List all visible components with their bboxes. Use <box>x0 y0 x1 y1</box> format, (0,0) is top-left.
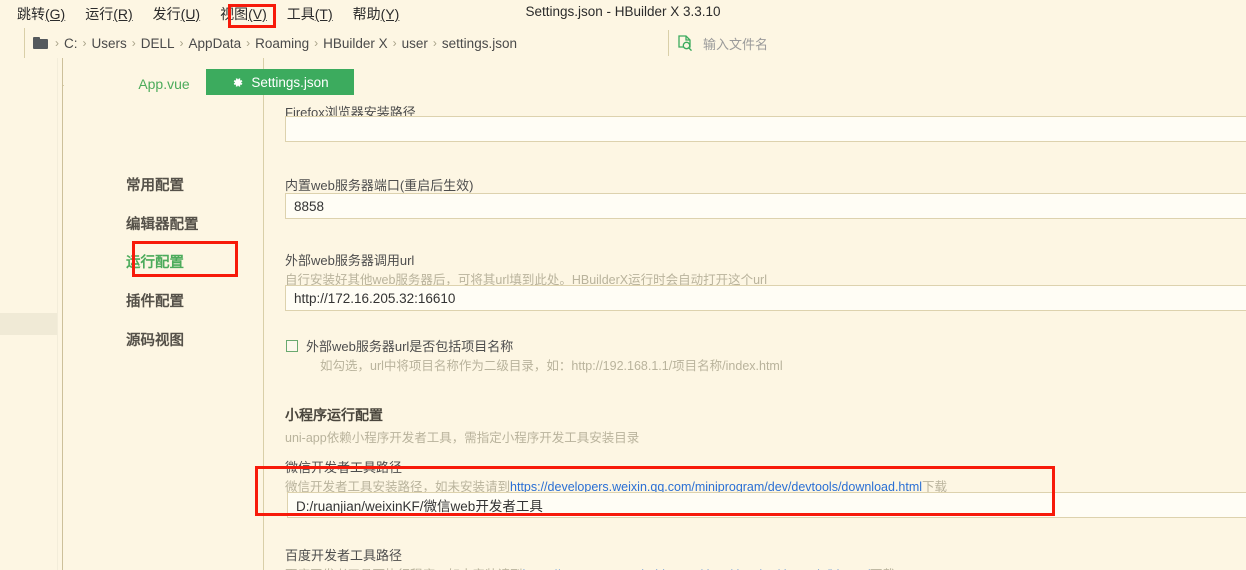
sidebar-item-run-settings[interactable]: 运行配置 <box>126 248 256 274</box>
external-url-input[interactable]: http://172.16.205.32:16610 <box>285 285 1246 311</box>
external-url-label: 外部web服务器调用url <box>285 253 415 268</box>
sidebar-item-common-settings[interactable]: 常用配置 <box>126 171 256 197</box>
firefox-path-input[interactable] <box>285 116 1246 142</box>
settings-nav-panel: App.vue 常用配置 编辑器配置 运行配置 插件配置 源码视图 <box>64 58 264 570</box>
back-arrow-icon[interactable]: ) <box>0 33 1 49</box>
builtin-port-input[interactable]: 8858 <box>285 193 1246 219</box>
tab-settings-json-label: Settings.json <box>251 74 329 90</box>
wechat-devtools-path-input[interactable]: D:/ruanjian/weixinKF/微信web开发者工具 <box>287 492 1246 518</box>
settings-content-panel: Firefox浏览器安装路径 内置web服务器端口(重启后生效) 8858 外部… <box>265 58 1246 570</box>
sidebar-item-plugin-settings[interactable]: 插件配置 <box>126 287 256 313</box>
include-project-name-desc: 如勾选，url中将项目名称作为二级目录，如：http://192.168.1.1… <box>320 355 783 374</box>
menu-bar: 跳转(G) 运行(R) 发行(U) 视图(V) 工具(T) 帮助(Y) Sett… <box>0 0 1246 28</box>
search-input-placeholder[interactable]: 输入文件名 <box>703 34 768 53</box>
breadcrumb-item-roaming[interactable]: Roaming <box>251 36 313 51</box>
breadcrumb-item-dell[interactable]: DELL <box>137 36 179 51</box>
gear-icon <box>231 76 244 89</box>
baidu-devtools-desc: 百度开发者工具可执行程序，如未安装请到https://smartprogram.… <box>285 564 895 570</box>
miniprogram-section-desc: uni-app依赖小程序开发者工具，需指定小程序开发工具安装目录 <box>285 431 640 445</box>
breadcrumb-item-users[interactable]: Users <box>88 36 131 51</box>
breadcrumb-item-settingsjson[interactable]: settings.json <box>438 36 521 51</box>
include-project-name-desc-prefix: 如勾选，url中将项目名称作为二级目录，如： <box>320 359 572 373</box>
include-project-name-checkbox[interactable] <box>286 339 298 352</box>
tab-settings-json[interactable]: Settings.json <box>206 69 354 95</box>
breadcrumb-bar: ) › C: › Users › DELL › AppData › Roamin… <box>0 28 1246 86</box>
baidu-devtools-label: 百度开发者工具路径 <box>285 548 403 563</box>
miniprogram-section-title: 小程序运行配置 <box>285 407 383 423</box>
sidebar-item-editor-settings[interactable]: 编辑器配置 <box>126 210 256 236</box>
project-explorer-panel[interactable] <box>0 58 63 570</box>
file-search-box[interactable]: 输入文件名 <box>668 30 768 56</box>
window-title: Settings.json - HBuilder X 3.3.10 <box>525 4 721 19</box>
builtin-port-label: 内置web服务器端口(重启后生效) <box>285 178 474 193</box>
project-selected-row[interactable] <box>0 313 57 335</box>
breadcrumb-item-c[interactable]: C: <box>60 36 82 51</box>
include-project-name-desc-url: http://192.168.1.1/项目名称/index.html <box>571 359 783 373</box>
file-search-icon <box>677 34 693 52</box>
sidebar-item-source-view[interactable]: 源码视图 <box>126 326 256 352</box>
breadcrumb: › C: › Users › DELL › AppData › Roaming … <box>24 28 521 58</box>
breadcrumb-item-user[interactable]: user <box>398 36 432 51</box>
breadcrumb-item-appdata[interactable]: AppData <box>185 36 246 51</box>
include-project-name-row[interactable]: 外部web服务器url是否包括项目名称 <box>286 336 513 355</box>
folder-icon <box>33 37 48 49</box>
breadcrumb-item-hbuilderx[interactable]: HBuilder X <box>319 36 392 51</box>
project-panel-divider <box>57 58 58 570</box>
include-project-name-label: 外部web服务器url是否包括项目名称 <box>306 339 514 354</box>
wechat-devtools-label: 微信开发者工具路径 <box>285 460 403 475</box>
